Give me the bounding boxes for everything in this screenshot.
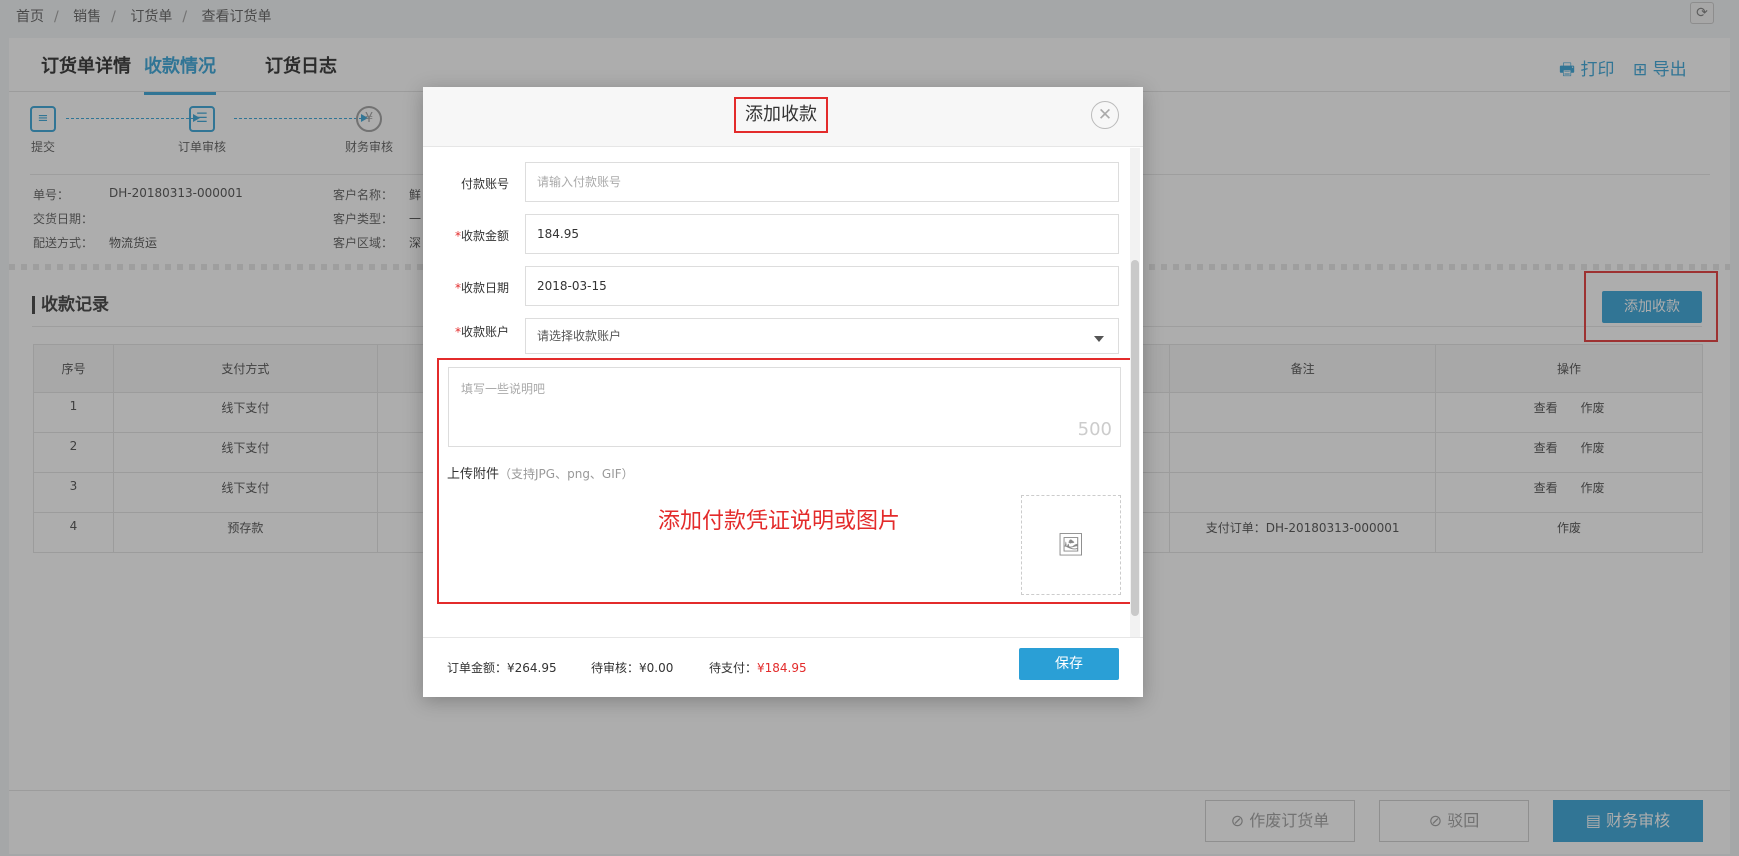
amount-label: *收款金额 bbox=[454, 229, 509, 243]
close-icon[interactable]: ✕ bbox=[1091, 101, 1119, 129]
upload-label: 上传附件（支持JPG、png、GIF） bbox=[447, 463, 634, 482]
pending-pay-value: ¥184.95 bbox=[757, 661, 807, 675]
add-image-icon: 🖼 bbox=[1057, 533, 1085, 558]
add-payment-modal: 添加收款 ✕ 付款账号 请输入付款账号 *收款金额 184.95 *收款日期 2… bbox=[423, 87, 1143, 697]
upload-label-text: 上传附件 bbox=[447, 467, 500, 482]
chevron-down-icon bbox=[1094, 336, 1104, 342]
pending-review-value: ¥0.00 bbox=[639, 661, 674, 675]
date-label: *收款日期 bbox=[454, 281, 509, 295]
order-amount-label: 订单金额： bbox=[447, 661, 508, 675]
amount-input[interactable]: 184.95 bbox=[525, 214, 1119, 254]
order-amount: 订单金额：¥264.95 bbox=[447, 659, 557, 676]
receive-account-label: *收款账户 bbox=[454, 325, 509, 339]
note-placeholder: 填写一些说明吧 bbox=[461, 382, 546, 396]
pending-review: 待审核：¥0.00 bbox=[591, 659, 673, 676]
pending-pay-label: 待支付： bbox=[709, 661, 758, 675]
receive-account-select[interactable]: 请选择收款账户 bbox=[525, 318, 1119, 354]
payment-account-label: 付款账号 bbox=[460, 177, 509, 191]
annotation-text: 添加付款凭证说明或图片 bbox=[658, 509, 901, 534]
date-input[interactable]: 2018-03-15 bbox=[525, 266, 1119, 306]
pending-pay: 待支付：¥184.95 bbox=[709, 659, 807, 676]
payment-account-input[interactable]: 请输入付款账号 bbox=[525, 162, 1119, 202]
upload-hint: （支持JPG、png、GIF） bbox=[499, 467, 634, 481]
order-amount-value: ¥264.95 bbox=[507, 661, 557, 675]
save-button[interactable]: 保存 bbox=[1019, 648, 1119, 680]
payment-account-placeholder: 请输入付款账号 bbox=[537, 175, 622, 189]
modal-footer: 订单金额：¥264.95 待审核：¥0.00 待支付：¥184.95 保存 bbox=[423, 637, 1143, 697]
modal-scrollbar[interactable] bbox=[1130, 148, 1140, 638]
note-textarea[interactable]: 填写一些说明吧 500 bbox=[448, 367, 1121, 447]
receive-account-label-text: 收款账户 bbox=[460, 325, 509, 339]
modal-title: 添加收款 bbox=[734, 97, 828, 133]
upload-image-button[interactable]: 🖼 bbox=[1021, 495, 1121, 595]
scroll-thumb[interactable] bbox=[1131, 260, 1139, 616]
amount-label-text: 收款金额 bbox=[460, 229, 509, 243]
receive-account-placeholder: 请选择收款账户 bbox=[537, 329, 622, 343]
pending-review-label: 待审核： bbox=[591, 661, 640, 675]
date-label-text: 收款日期 bbox=[460, 281, 509, 295]
note-counter: 500 bbox=[1077, 419, 1112, 440]
